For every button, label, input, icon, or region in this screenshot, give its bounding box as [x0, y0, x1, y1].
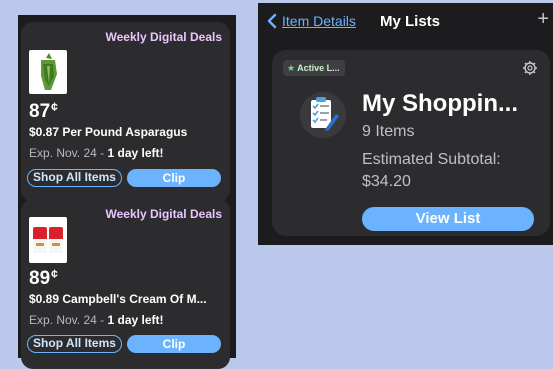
plus-icon[interactable]: + — [537, 9, 549, 29]
asparagus-icon — [29, 50, 67, 94]
estimated-subtotal: Estimated Subtotal: $34.20 — [362, 149, 547, 193]
gear-icon[interactable] — [522, 60, 538, 76]
clip-button[interactable]: Clip — [127, 335, 221, 353]
clip-button[interactable]: Clip — [127, 169, 221, 187]
deal-header: Weekly Digital Deals — [105, 30, 223, 44]
checklist-icon — [300, 92, 346, 138]
subtotal-label: Estimated Subtotal: — [362, 151, 501, 168]
deal-expiry: Exp. Nov. 24 - 1 day left! — [29, 313, 164, 327]
shop-all-items-button[interactable]: Shop All Items — [27, 169, 122, 187]
chevron-left-icon — [267, 13, 277, 29]
page-title: My Lists — [380, 13, 441, 30]
deals-panel: Weekly Digital Deals 87¢ $0.87 Per Pound… — [18, 15, 236, 369]
view-list-button[interactable]: View List — [362, 207, 534, 231]
deal-card[interactable]: Weekly Digital Deals 87¢ $0.87 Per Pound… — [21, 22, 230, 202]
soup-can-icon — [29, 217, 67, 263]
deal-price: 87¢ — [29, 100, 58, 122]
deal-expiry: Exp. Nov. 24 - 1 day left! — [29, 146, 164, 160]
deal-description: $0.87 Per Pound Asparagus — [29, 125, 188, 139]
list-name: My Shoppin... — [362, 90, 518, 117]
star-icon: ★ — [287, 63, 296, 73]
deal-price: 89¢ — [29, 267, 58, 289]
shop-all-items-button[interactable]: Shop All Items — [27, 335, 122, 353]
back-label: Item Details — [282, 13, 356, 29]
deal-description: $0.89 Campbell's Cream Of M... — [29, 292, 207, 306]
list-item-count: 9 Items — [362, 123, 415, 140]
my-lists-panel: Item Details My Lists + ★ Active L... My … — [258, 3, 553, 245]
active-list-badge: ★ Active L... — [283, 60, 345, 76]
shopping-list-card[interactable]: ★ Active L... My Shoppin... 9 Items Estim… — [272, 50, 550, 236]
deal-card[interactable]: Weekly Digital Deals 89¢ $0.89 Campbell'… — [21, 199, 230, 369]
back-button[interactable]: Item Details — [266, 13, 356, 29]
subtotal-value: $34.20 — [362, 173, 411, 190]
deal-header: Weekly Digital Deals — [105, 207, 223, 221]
